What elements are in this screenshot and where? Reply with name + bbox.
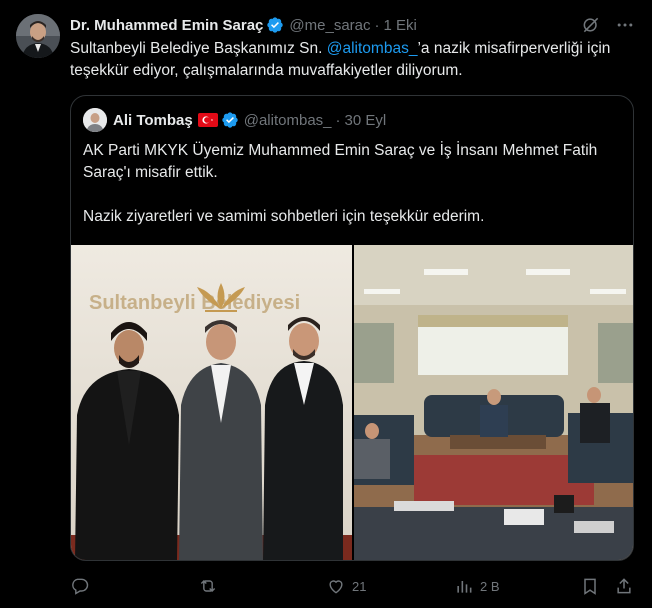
quote-avatar[interactable]	[83, 108, 107, 132]
verified-icon	[266, 16, 284, 34]
author-name[interactable]: Dr. Muhammed Emin Saraç	[70, 17, 263, 34]
action-bar: 21 2 B	[70, 574, 636, 598]
view-count: 2 B	[480, 578, 500, 594]
views-button[interactable]: 2 B	[454, 576, 500, 596]
repost-button[interactable]	[198, 576, 224, 596]
more-icon[interactable]	[614, 14, 636, 36]
tweet-time[interactable]: 1 Eki	[384, 17, 417, 34]
views-icon	[457, 581, 472, 593]
photo-group-portrait[interactable]: Sultanbeyli Belediyesi	[71, 245, 352, 560]
like-icon	[329, 580, 343, 594]
quote-paragraph: Nazik ziyaretleri ve samimi sohbetleri i…	[83, 208, 485, 225]
bookmark-button[interactable]	[580, 576, 600, 596]
share-icon	[617, 578, 631, 594]
tweet-text: Sultanbeyli Belediye Başkanımız Sn. @ali…	[70, 38, 640, 82]
separator-dot: ·	[374, 16, 380, 34]
quote-author-name[interactable]: Ali Tombaş	[113, 112, 193, 129]
quote-time[interactable]: 30 Eyl	[345, 112, 387, 129]
author-handle[interactable]: @me_sarac	[289, 17, 370, 34]
tweet-header: Dr. Muhammed Emin Saraç @me_sarac · 1 Ek…	[70, 14, 417, 36]
photo-grid: Sultanbeyli Belediyesi	[71, 245, 633, 560]
verified-icon	[221, 111, 239, 129]
wall-sign-text: Sultanbeyli Belediyesi	[89, 292, 300, 314]
header-actions	[580, 14, 636, 36]
quote-paragraph: AK Parti MKYK Üyemiz Muhammed Emin Saraç…	[83, 142, 598, 181]
tweet-text-start: Sultanbeyli Belediye Başkanımız Sn.	[70, 40, 327, 57]
repost-icon	[200, 579, 216, 593]
quote-header: Ali Tombaş @alitombas_ · 30 Eyl	[83, 108, 386, 132]
separator-dot: ·	[335, 111, 341, 129]
like-button[interactable]: 21	[326, 576, 366, 596]
share-button[interactable]	[614, 576, 634, 596]
like-count: 21	[352, 578, 367, 594]
quoted-tweet[interactable]: Ali Tombaş @alitombas_ · 30 Eyl AK Parti…	[70, 95, 634, 561]
turkey-flag-icon	[197, 113, 218, 127]
reply-button[interactable]	[70, 576, 96, 596]
photo-office-meeting[interactable]	[354, 245, 633, 560]
mention-link[interactable]: @alitombas_	[327, 40, 418, 57]
quote-author-handle[interactable]: @alitombas_	[244, 112, 332, 129]
grok-icon[interactable]	[580, 14, 602, 36]
author-avatar[interactable]	[16, 14, 60, 58]
quote-text: AK Parti MKYK Üyemiz Muhammed Emin Saraç…	[83, 140, 623, 250]
bookmark-icon	[584, 578, 596, 595]
tweet[interactable]: Dr. Muhammed Emin Saraç @me_sarac · 1 Ek…	[0, 0, 652, 608]
reply-icon	[72, 578, 89, 595]
